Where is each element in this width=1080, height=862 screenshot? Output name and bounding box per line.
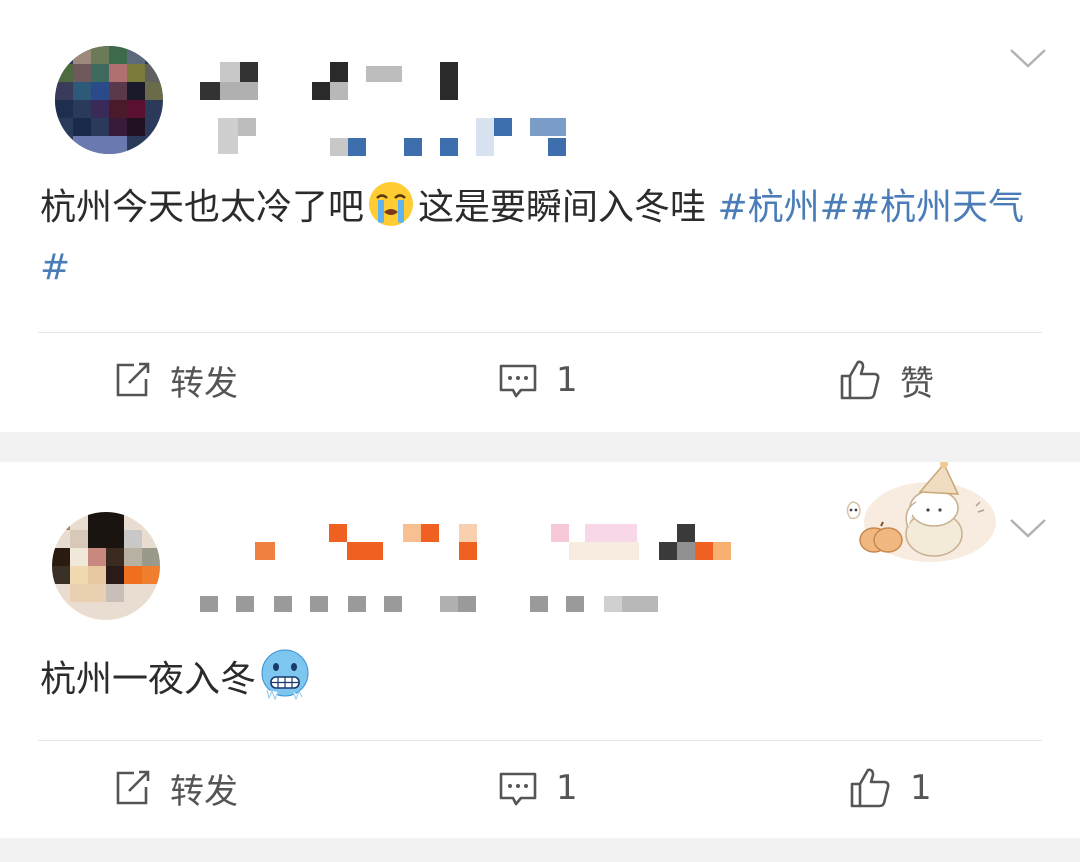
comment-count: 1 [556,360,578,400]
divider [38,332,1042,333]
like-label: 赞 [900,363,934,404]
post-card-2: 杭州一夜入冬 转发 1 1 [0,460,1080,838]
comment-icon [498,768,538,808]
share-icon [112,360,152,400]
post-text-part: 杭州一夜入冬 [40,659,257,700]
repost-button[interactable]: 转发 [112,340,238,420]
post-text: 杭州今天也太冷了吧 这是要瞬间入冬哇 #杭州##杭州天气# [40,178,1030,298]
repost-label: 转发 [170,771,238,812]
chevron-down-icon[interactable] [1008,516,1048,540]
divider [38,740,1042,741]
username-blurred[interactable] [255,520,735,560]
post-card-1: 杭州今天也太冷了吧 这是要瞬间入冬哇 #杭州##杭州天气# 转发 1 赞 [0,0,1080,432]
avatar[interactable] [52,512,160,620]
post-meta-blurred [200,594,670,614]
comment-button[interactable]: 1 [498,340,578,420]
like-button[interactable]: 赞 [838,340,934,420]
username-blurred[interactable] [200,62,460,102]
cold-face-emoji-icon [259,648,309,701]
post-text: 杭州一夜入冬 [40,648,1030,710]
hashtag-link[interactable]: #杭州# [717,187,849,228]
action-bar: 转发 1 赞 [0,340,1080,420]
decoration-sticker [838,460,998,566]
post-separator [0,838,1080,862]
post-meta-blurred [218,118,578,158]
comment-icon [498,360,538,400]
avatar[interactable] [55,46,163,154]
comment-button[interactable]: 1 [498,748,578,828]
post-text-part: 杭州今天也太冷了吧 [40,187,365,228]
like-count: 1 [910,768,932,808]
action-bar: 转发 1 1 [0,748,1080,828]
thumbs-up-icon [838,358,882,402]
loudly-crying-emoji-icon [367,180,415,228]
post-separator [0,432,1080,462]
post-text-part: 这是要瞬间入冬哇 [418,187,718,228]
share-icon [112,768,152,808]
repost-button[interactable]: 转发 [112,748,238,828]
thumbs-up-icon [848,766,892,810]
repost-label: 转发 [170,363,238,404]
comment-count: 1 [556,768,578,808]
chevron-down-icon[interactable] [1008,46,1048,70]
like-button[interactable]: 1 [848,748,932,828]
